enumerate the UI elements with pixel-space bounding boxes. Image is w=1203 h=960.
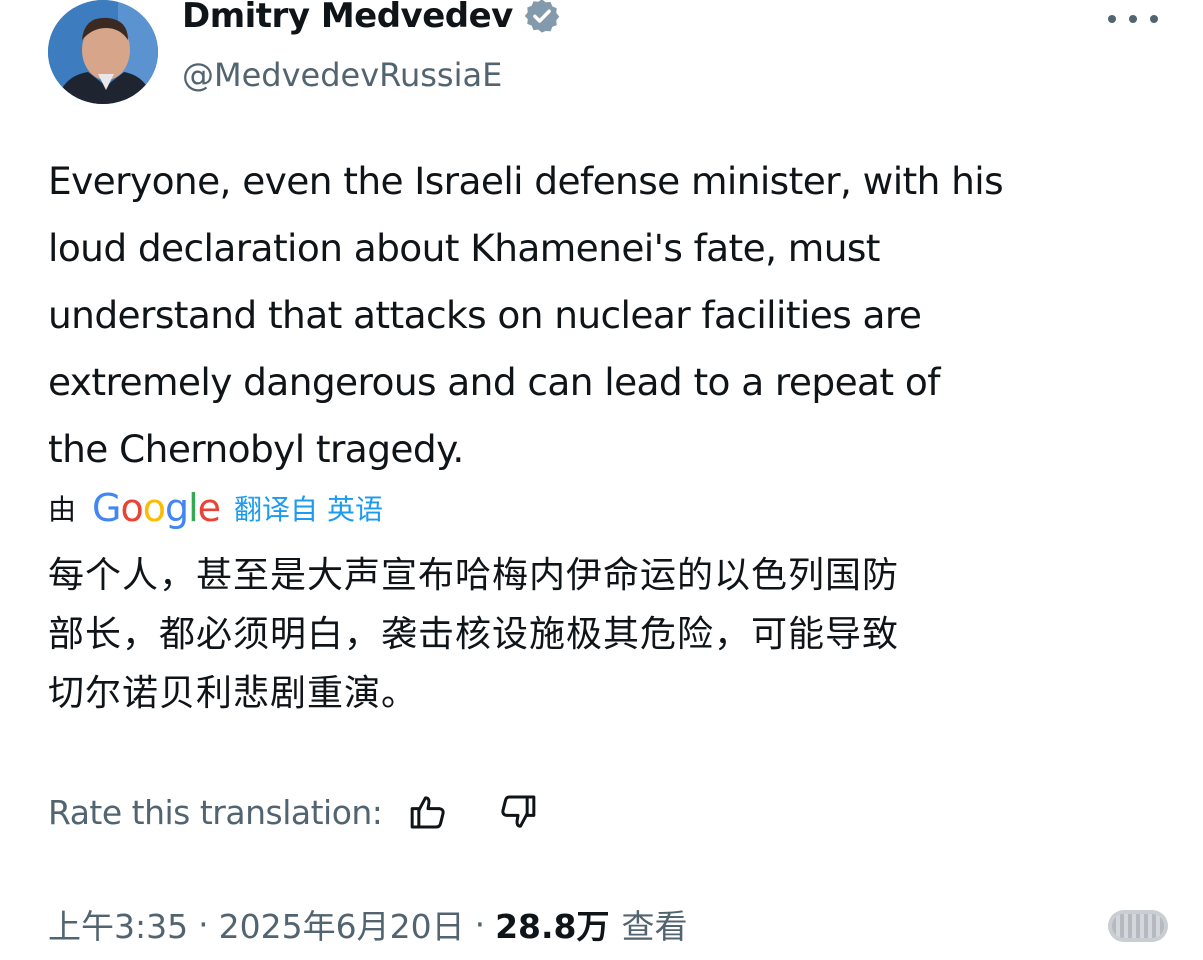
more-dot [1150,15,1158,23]
tweet-meta-row: 上午3:35 · 2025年6月20日 · 28.8万 查看 [48,900,688,948]
views-count: 28.8万 [495,907,610,946]
tweet-text-line: loud declaration about Khamenei's fate, … [48,226,881,270]
more-dot [1108,15,1116,23]
translated-by-row: 由 Google 翻译自 英语 [48,486,383,530]
author-display-name[interactable]: Dmitry Medvedev [182,0,513,36]
tweet-text-line: understand that attacks on nuclear facil… [48,293,922,337]
more-dot [1129,15,1137,23]
views-label: 查看 [621,907,688,946]
verified-badge-icon [523,0,561,35]
tweet-time[interactable]: 上午3:35 [48,900,188,948]
tweet-text: Everyone, even the Israeli defense minis… [48,148,1178,483]
translation-text-line: 每个人，甚至是大声宣布哈梅内伊命运的以色列国防 [48,555,900,596]
more-horizontal-icon[interactable] [1108,4,1158,34]
translation-text: 每个人，甚至是大声宣布哈梅内伊命运的以色列国防 部长，都必须明白，袭击核设施极其… [48,546,1168,723]
author-name-row: Dmitry Medvedev [182,0,561,36]
avatar[interactable] [48,0,158,104]
thumbs-down-icon[interactable] [498,792,538,832]
translated-by-label: 由 [48,493,77,526]
translation-text-line: 部长，都必须明白，袭击核设施极其危险，可能导致 [48,614,900,655]
thumbs-up-icon[interactable] [408,792,448,832]
rate-translation-label: Rate this translation: [48,792,383,832]
meta-separator: · [198,904,209,944]
google-logo: Google [92,486,221,530]
tweet-text-line: Everyone, even the Israeli defense minis… [48,159,1004,203]
author-handle[interactable]: @MedvedevRussiaE [182,56,502,94]
translated-from-link[interactable]: 翻译自 英语 [234,488,383,528]
toggle-switch[interactable] [1108,910,1168,942]
rate-translation-row: Rate this translation: [48,792,588,832]
tweet-text-line: extremely dangerous and can lead to a re… [48,360,940,404]
tweet-text-line: the Chernobyl tragedy. [48,427,464,471]
translation-text-line: 切尔诺贝利悲剧重演。 [48,673,419,714]
tweet-date[interactable]: 2025年6月20日 [219,900,465,948]
meta-separator: · [474,904,486,944]
